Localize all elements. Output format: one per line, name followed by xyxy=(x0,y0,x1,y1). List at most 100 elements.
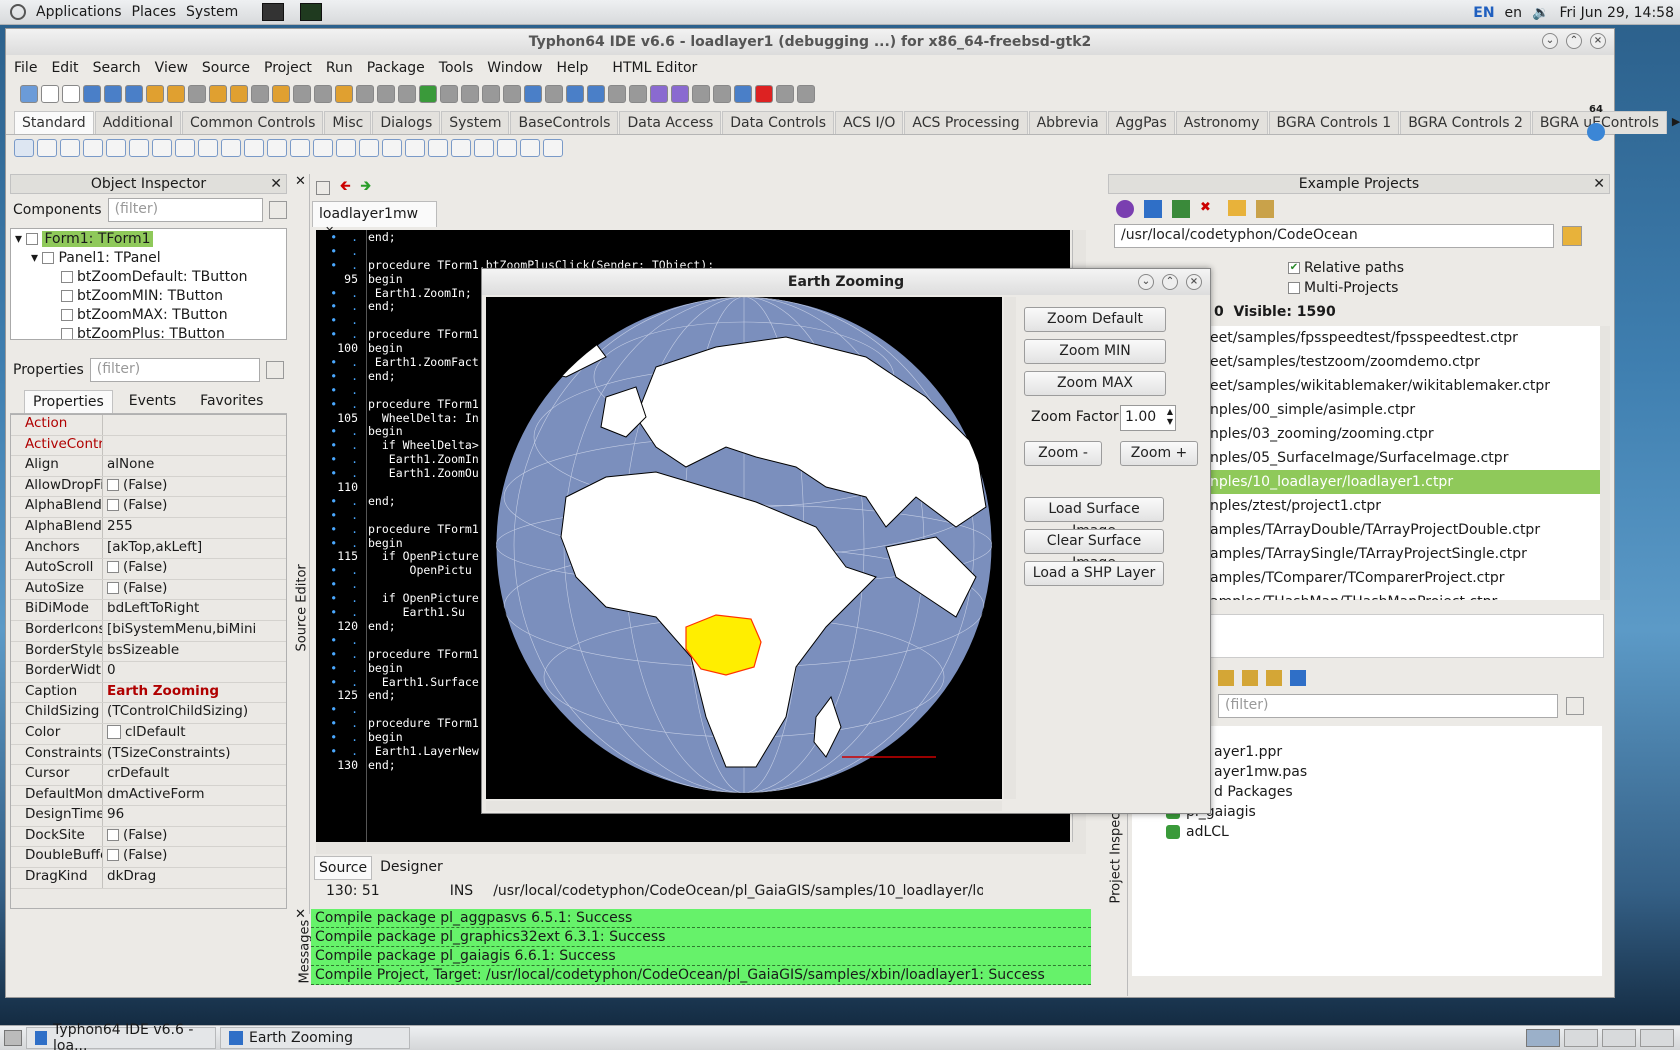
editor-horizontal-scrollbar[interactable] xyxy=(316,842,1086,854)
property-value[interactable]: crDefault xyxy=(103,765,286,785)
relative-paths-checkbox[interactable]: ✔ xyxy=(1288,262,1300,274)
tree-item-btzoommax[interactable]: btZoomMAX: TButton xyxy=(11,307,286,326)
breakpoint-dot[interactable]: • . xyxy=(330,633,358,647)
example-project-item[interactable]: eet/samples/testzoom/zoomdemo.ctpr xyxy=(1208,350,1604,374)
components-filter-input[interactable]: (filter) xyxy=(107,198,263,222)
close-icon[interactable]: × xyxy=(1186,274,1202,290)
toolbar-button-icon[interactable] xyxy=(587,85,605,103)
component-palette-icon[interactable] xyxy=(244,139,264,157)
property-row[interactable]: DoubleBuffere (False) xyxy=(11,847,286,869)
multi-projects-checkbox[interactable] xyxy=(1288,282,1300,294)
property-checkbox[interactable] xyxy=(107,499,119,512)
component-palette-icon[interactable] xyxy=(451,139,471,157)
breakpoint-dot[interactable]: • . xyxy=(330,369,358,383)
menu-window[interactable]: Window xyxy=(487,60,542,76)
spinner-arrows-icon[interactable]: ▲ ▼ xyxy=(1167,407,1173,427)
tree-item-btzoomplus[interactable]: btZoomPlus: TButton xyxy=(11,326,286,339)
property-row[interactable]: DragKind dkDrag xyxy=(11,868,286,889)
clear-filter-icon[interactable] xyxy=(265,361,284,379)
editor-menu-icon[interactable] xyxy=(316,181,330,195)
property-row[interactable]: Cursor crDefault xyxy=(11,765,286,786)
component-palette-icon[interactable] xyxy=(405,139,425,157)
breakpoint-dot[interactable]: • . xyxy=(330,494,358,508)
example-project-item[interactable]: nples/03_zooming/zooming.ctpr xyxy=(1208,422,1604,446)
toolbar-button-icon[interactable] xyxy=(482,85,500,103)
palette-tab[interactable]: Astronomy xyxy=(1175,111,1268,134)
property-value[interactable]: dkDrag xyxy=(103,868,286,888)
close-icon[interactable]: ✕ xyxy=(270,175,282,193)
property-row[interactable]: AlphaBlendVal255 xyxy=(11,517,286,539)
toolbar-button-icon[interactable] xyxy=(755,85,773,103)
breakpoint-dot[interactable]: • . xyxy=(330,702,358,716)
toolbar-button-icon[interactable] xyxy=(104,85,122,103)
toolbar-button-icon[interactable] xyxy=(377,85,395,103)
minimize-icon[interactable]: ⌄ xyxy=(1138,274,1154,290)
toolbar-button-icon[interactable] xyxy=(629,85,647,103)
component-palette-icon[interactable] xyxy=(175,139,195,157)
forward-arrow-icon[interactable]: 🡲 xyxy=(361,177,372,199)
component-palette-icon[interactable] xyxy=(14,139,34,157)
example-project-item[interactable]: amples/TComparer/TComparerProject.ctpr xyxy=(1208,566,1604,590)
palette-tab[interactable]: Common Controls xyxy=(181,111,324,134)
toolbar-button-icon[interactable] xyxy=(713,85,731,103)
toolbar-button-icon[interactable] xyxy=(167,85,185,103)
zoom-plus-button[interactable]: Zoom + xyxy=(1120,441,1198,466)
property-checkbox[interactable] xyxy=(107,581,119,594)
breakpoint-dot[interactable]: • . xyxy=(330,258,358,272)
menu-file[interactable]: File xyxy=(14,60,37,76)
project-tree-item[interactable]: adLCL xyxy=(1132,822,1602,842)
toolbar-button-icon[interactable] xyxy=(419,85,437,103)
property-value[interactable]: [akTop,akLeft] xyxy=(103,539,286,559)
component-palette-icon[interactable] xyxy=(428,139,448,157)
show-desktop-icon[interactable] xyxy=(4,1030,22,1046)
property-row[interactable]: BorderWidth 0 xyxy=(11,662,286,683)
back-arrow-icon[interactable]: 🡰 xyxy=(340,177,351,199)
breakpoint-dot[interactable]: • . xyxy=(330,508,358,522)
zoom-factor-spinner[interactable]: 1.00 ▲ ▼ xyxy=(1120,405,1176,431)
zoom-default-button[interactable]: Zoom Default xyxy=(1024,307,1166,332)
tree-item-panel1[interactable]: ▾ Panel1: TPanel xyxy=(11,250,286,269)
menu-help[interactable]: Help xyxy=(557,60,589,76)
breakpoint-dot[interactable]: • . xyxy=(330,244,358,258)
property-row[interactable]: AllowDropFiles (False) xyxy=(11,476,286,498)
property-row[interactable]: AutoSize (False) xyxy=(11,579,286,601)
workspace-2[interactable] xyxy=(1564,1029,1598,1047)
maximize-icon[interactable]: ⌃ xyxy=(1162,274,1178,290)
component-palette-icon[interactable] xyxy=(60,139,80,157)
message-line[interactable]: Compile Project, Target: /usr/local/code… xyxy=(311,966,1091,985)
palette-tab[interactable]: BaseControls xyxy=(510,111,619,134)
property-value[interactable]: (TSizeConstraints) xyxy=(103,745,286,765)
maximize-icon[interactable]: ⌃ xyxy=(1566,33,1582,49)
examples-list-scrollbar[interactable] xyxy=(1600,326,1610,600)
component-palette-icon[interactable] xyxy=(106,139,126,157)
property-row[interactable]: BiDiMode bdLeftToRight xyxy=(11,600,286,621)
examples-path-input[interactable]: /usr/local/codetyphon/CodeOcean xyxy=(1114,224,1554,248)
breakpoint-dot[interactable]: • . xyxy=(330,313,358,327)
keyboard-layout-indicator[interactable]: EN xyxy=(1473,5,1494,21)
delete-icon[interactable]: ✖ xyxy=(1200,200,1218,218)
breakpoint-dot[interactable]: • . xyxy=(330,563,358,577)
breakpoint-dot[interactable]: • . xyxy=(330,661,358,675)
taskbar-item-ide[interactable]: Typhon64 IDE v6.6 - loa... xyxy=(26,1022,216,1050)
clear-filter-icon[interactable] xyxy=(1566,697,1584,715)
property-row[interactable]: Constraints (TSizeConstraints) xyxy=(11,744,286,766)
breakpoint-dot[interactable]: • . xyxy=(330,647,358,661)
component-palette-icon[interactable] xyxy=(129,139,149,157)
project-filter-input[interactable]: (filter) xyxy=(1218,694,1558,718)
property-row[interactable]: DesignTimePP96 xyxy=(11,806,286,827)
toolbar-button-icon[interactable] xyxy=(734,85,752,103)
property-checkbox[interactable] xyxy=(107,561,119,574)
workspace-4[interactable] xyxy=(1640,1029,1674,1047)
toolbar-button-icon[interactable] xyxy=(272,85,290,103)
property-value[interactable]: bdLeftToRight xyxy=(103,600,286,620)
example-project-item[interactable]: nples/05_SurfaceImage/SurfaceImage.ctpr xyxy=(1208,446,1604,470)
property-row[interactable]: BorderIcons [biSystemMenu,biMini xyxy=(11,620,286,642)
tab-favorites[interactable]: Favorites xyxy=(192,390,271,413)
editor-tab[interactable]: loadlayer1mw ✕ xyxy=(312,201,437,237)
component-palette-icon[interactable] xyxy=(382,139,402,157)
build-icon[interactable] xyxy=(1144,200,1162,218)
toolbar-button-icon[interactable] xyxy=(62,85,80,103)
close-icon[interactable]: ✕ xyxy=(292,174,306,189)
breakpoint-dot[interactable]: • . xyxy=(330,438,358,452)
example-project-item[interactable]: nples/10_loadlayer/loadlayer1.ctpr xyxy=(1208,470,1604,494)
